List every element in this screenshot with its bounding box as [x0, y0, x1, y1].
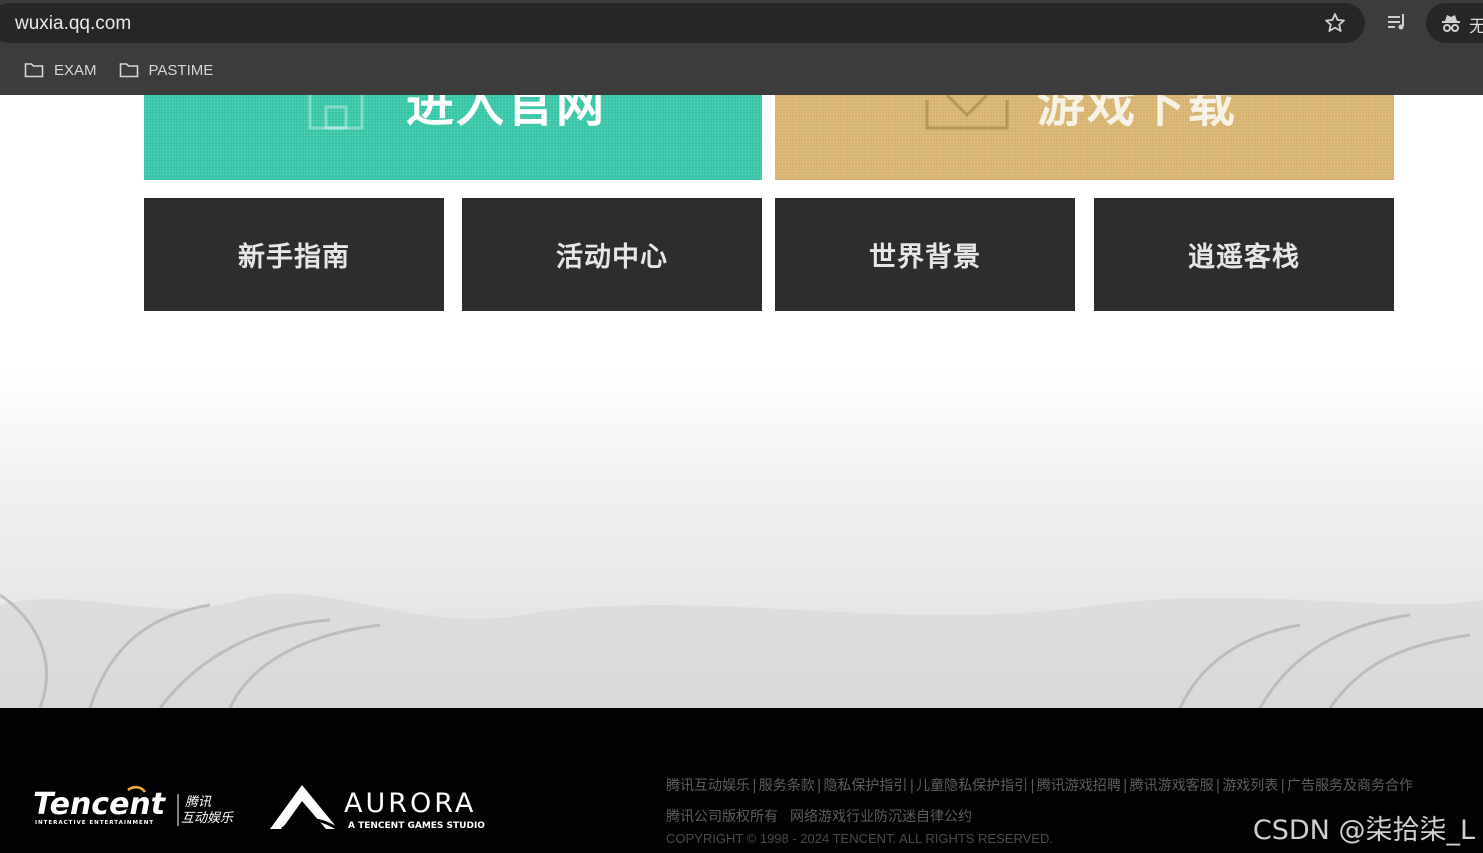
svg-text:A TENCENT GAMES STUDIO: A TENCENT GAMES STUDIO — [348, 821, 485, 831]
profile-button[interactable]: 无 — [1426, 3, 1483, 43]
copyright-owner-text: 腾讯公司版权所有 — [666, 809, 778, 825]
site-footer: Tencent INTERACTIVE ENTERTAINMENT 腾讯 互动娱… — [0, 708, 1483, 853]
browser-toolbar: wuxia.qq.com 无 EXAM PASTIME — [0, 0, 1483, 95]
bookmark-exam[interactable]: EXAM — [24, 62, 97, 79]
address-bar[interactable]: wuxia.qq.com — [0, 3, 1365, 43]
footer-link[interactable]: 腾讯互动娱乐 — [666, 778, 750, 794]
footer-link[interactable]: 广告服务及商务合作 — [1287, 778, 1413, 794]
url-text[interactable]: wuxia.qq.com — [15, 13, 131, 35]
svg-text:Tencent: Tencent — [33, 787, 167, 822]
footer-link[interactable]: 腾讯游戏客服 — [1130, 778, 1214, 794]
watermark-text: CSDN @柒拾柒_L — [1252, 815, 1475, 846]
media-control-icon[interactable] — [1386, 12, 1408, 32]
game-download-button[interactable]: 游戏下载 — [775, 95, 1394, 180]
footer-line2: 腾讯公司版权所有 网络游戏行业防沉迷自律公约 — [666, 806, 972, 826]
copyright-text: COPYRIGHT © 1998 - 2024 TENCENT. ALL RIG… — [666, 831, 1053, 846]
footer-link[interactable]: 服务条款 — [759, 778, 815, 794]
enter-official-site-button[interactable]: 进入官网 — [144, 95, 762, 180]
page-content: 进入官网 游戏下载 新手指南 活动中心 世界背景 逍遥客栈 — [0, 95, 1483, 708]
footer-link[interactable]: 游戏列表 — [1222, 778, 1278, 794]
nav-tiles: 新手指南 活动中心 世界背景 逍遥客栈 — [0, 198, 1483, 311]
incognito-icon — [1442, 15, 1460, 32]
svg-text:互动娱乐: 互动娱乐 — [181, 811, 234, 826]
folder-icon — [119, 63, 138, 78]
star-icon[interactable] — [1323, 11, 1347, 35]
ink-landscape-background — [0, 498, 1483, 708]
svg-text:AURORA: AURORA — [344, 788, 476, 819]
footer-links: 腾讯互动娱乐 | 服务条款 | 隐私保护指引 | 儿童隐私保护指引 | 腾讯游戏招聘 | 腾讯游戏客… — [666, 778, 1414, 794]
big-button-label: 游戏下载 — [1037, 95, 1238, 133]
aurora-logo[interactable]: AURORA A TENCENT GAMES STUDIO — [268, 781, 498, 839]
footer-link[interactable]: 腾讯游戏招聘 — [1037, 778, 1121, 794]
tencent-logo[interactable]: Tencent INTERACTIVE ENTERTAINMENT 腾讯 互动娱… — [33, 786, 248, 836]
footer-link[interactable]: 儿童隐私保护指引 — [916, 778, 1028, 794]
svg-text:INTERACTIVE ENTERTAINMENT: INTERACTIVE ENTERTAINMENT — [35, 820, 154, 826]
profile-label: 无 — [1469, 17, 1483, 37]
folder-icon — [24, 63, 44, 78]
tile-event-center[interactable]: 活动中心 — [462, 198, 762, 311]
tile-newbie-guide[interactable]: 新手指南 — [144, 198, 444, 311]
big-button-label: 进入官网 — [406, 95, 607, 133]
footer-link[interactable]: 隐私保护指引 — [823, 778, 907, 794]
svg-text:腾讯: 腾讯 — [185, 795, 212, 810]
anti-addiction-link[interactable]: 网络游戏行业防沉迷自律公约 — [790, 809, 972, 825]
tile-world-background[interactable]: 世界背景 — [775, 198, 1075, 311]
download-icon — [925, 95, 1009, 130]
tile-xiaoyao-inn[interactable]: 逍遥客栈 — [1094, 198, 1394, 311]
bookmark-pastime[interactable]: PASTIME — [119, 61, 214, 79]
bookmark-label: EXAM — [54, 61, 97, 79]
home-icon — [308, 95, 364, 130]
bookmarks-bar: EXAM PASTIME — [0, 55, 213, 85]
bookmark-label: PASTIME — [148, 61, 214, 79]
